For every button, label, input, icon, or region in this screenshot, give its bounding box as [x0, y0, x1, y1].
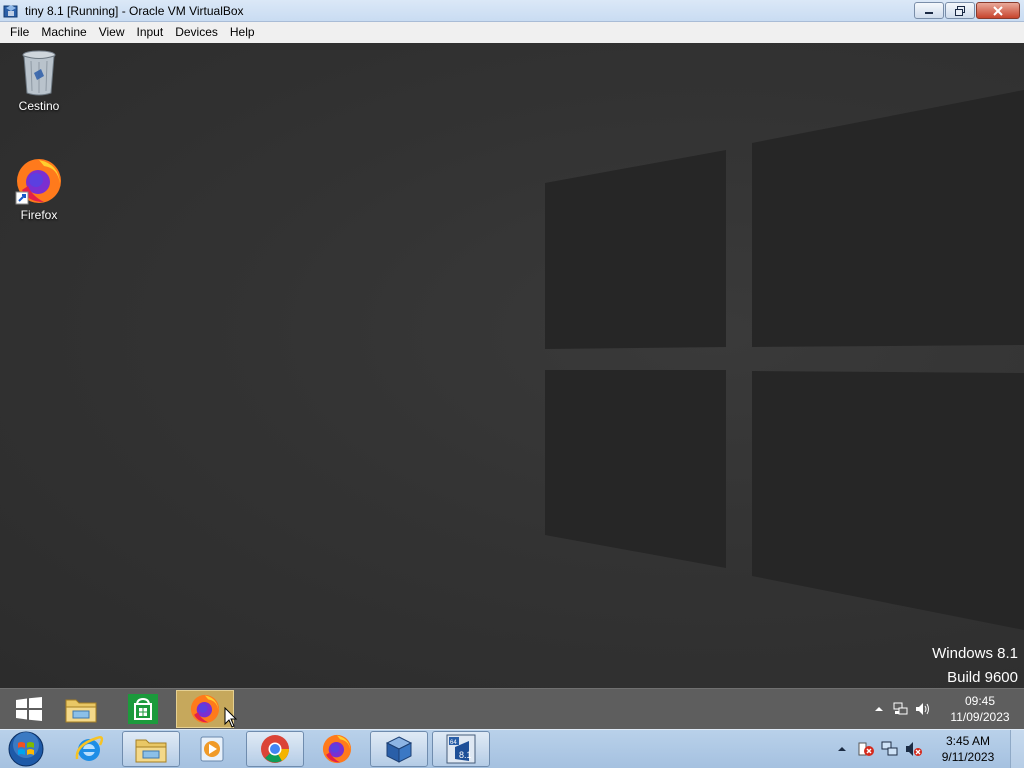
- network-icon[interactable]: [890, 702, 912, 716]
- internet-explorer-icon: [75, 736, 104, 761]
- chrome-icon: [261, 735, 289, 763]
- host-start-button[interactable]: [6, 731, 46, 767]
- action-center-error-icon[interactable]: [854, 741, 878, 757]
- host-clock[interactable]: 3:45 AM 9/11/2023: [932, 733, 1004, 765]
- show-desktop-button[interactable]: [1010, 730, 1024, 768]
- windows-version-watermark: Windows 8.1 Build 9600: [932, 642, 1018, 688]
- svg-text:64: 64: [450, 740, 457, 746]
- guest-clock-date: 11/09/2023: [950, 710, 1010, 724]
- recycle-bin-icon: [22, 50, 56, 96]
- store-icon: [128, 694, 158, 724]
- host-taskbar-media-player[interactable]: [184, 731, 242, 767]
- host-taskbar: 64 8.1 3:45 AM 9/11/2023: [0, 729, 1024, 768]
- chevron-up-icon[interactable]: [830, 745, 854, 753]
- host-clock-time: 3:45 AM: [945, 734, 991, 748]
- windows-start-icon: [16, 697, 42, 721]
- svg-text:8.1: 8.1: [459, 750, 472, 760]
- menu-machine[interactable]: Machine: [35, 22, 92, 43]
- mouse-cursor-icon: [224, 707, 238, 728]
- desktop-icon-recycle-bin[interactable]: Cestino: [4, 49, 74, 113]
- close-button[interactable]: [976, 2, 1020, 19]
- host-taskbar-tiny81-vm[interactable]: 64 8.1: [432, 731, 490, 767]
- menu-file[interactable]: File: [4, 22, 35, 43]
- guest-clock-time: 09:45: [964, 694, 996, 708]
- guest-taskbar: 09:45 11/09/2023: [0, 688, 1024, 729]
- window-title: tiny 8.1 [Running] - Oracle VM VirtualBo…: [25, 3, 244, 18]
- file-explorer-icon: [65, 699, 97, 723]
- windows7-start-orb-icon: [8, 731, 44, 767]
- windows-logo-wallpaper: [545, 90, 1024, 630]
- guest-system-tray: 09:45 11/09/2023: [868, 689, 1024, 729]
- restore-button[interactable]: [945, 2, 975, 19]
- firefox-icon: [15, 159, 61, 205]
- desktop-icon-firefox[interactable]: Firefox: [4, 156, 74, 222]
- desktop-icon-label: Cestino: [18, 99, 60, 113]
- window-titlebar: tiny 8.1 [Running] - Oracle VM VirtualBo…: [0, 0, 1024, 22]
- host-system-tray: 3:45 AM 9/11/2023: [830, 730, 1024, 768]
- guest-taskbar-store[interactable]: [114, 690, 172, 728]
- host-taskbar-virtualbox[interactable]: [370, 731, 428, 767]
- windows-explorer-icon: [135, 739, 167, 763]
- menu-input[interactable]: Input: [131, 22, 170, 43]
- virtualbox-icon: [385, 736, 413, 763]
- desktop-icon-label: Firefox: [20, 208, 58, 222]
- host-taskbar-internet-explorer[interactable]: [60, 731, 118, 767]
- virtualbox-icon[interactable]: [3, 3, 19, 19]
- chevron-up-icon[interactable]: [868, 705, 890, 713]
- watermark-build: Build 9600: [947, 669, 1018, 686]
- volume-icon[interactable]: [912, 702, 934, 716]
- volume-muted-icon[interactable]: [902, 741, 926, 757]
- menu-view[interactable]: View: [93, 22, 131, 43]
- minimize-button[interactable]: [914, 2, 944, 19]
- firefox-icon: [322, 734, 352, 764]
- tiny81-vm-icon: 64 8.1: [446, 734, 476, 764]
- host-taskbar-windows-explorer[interactable]: [122, 731, 180, 767]
- guest-clock[interactable]: 09:45 11/09/2023: [944, 693, 1016, 725]
- guest-start-button[interactable]: [0, 690, 58, 728]
- host-taskbar-chrome[interactable]: [246, 731, 304, 767]
- watermark-version: Windows 8.1: [932, 645, 1018, 662]
- menu-help[interactable]: Help: [224, 22, 261, 43]
- host-taskbar-firefox[interactable]: [308, 731, 366, 767]
- guest-taskbar-file-explorer[interactable]: [52, 690, 110, 728]
- network-icon[interactable]: [878, 741, 902, 757]
- guest-desktop[interactable]: Cestino Firefox Windows 8.1 Build 9600: [0, 43, 1024, 688]
- firefox-icon: [190, 694, 220, 724]
- menubar: File Machine View Input Devices Help: [0, 22, 1024, 43]
- host-clock-date: 9/11/2023: [941, 750, 995, 764]
- menu-devices[interactable]: Devices: [169, 22, 224, 43]
- media-player-icon: [200, 736, 224, 762]
